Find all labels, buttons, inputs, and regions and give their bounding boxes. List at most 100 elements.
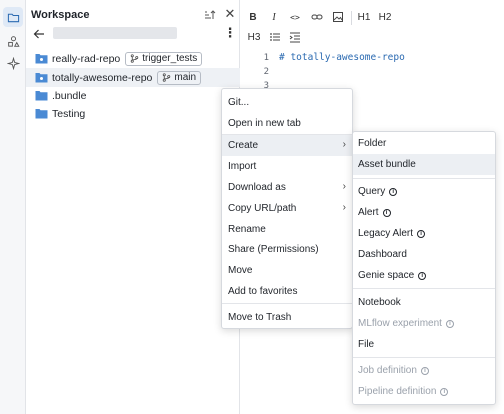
menu-divider xyxy=(353,178,495,179)
tree-item-testing[interactable]: Testing xyxy=(26,104,240,123)
branch-chip[interactable]: main xyxy=(157,70,202,85)
submenu-item-label: Job definition xyxy=(358,365,417,376)
menu-item-label: Create xyxy=(228,140,259,151)
breadcrumb[interactable] xyxy=(53,27,177,39)
catalog-rail-button[interactable] xyxy=(3,31,23,51)
folder-icon xyxy=(7,13,19,22)
submenu-item-label: Pipeline definition xyxy=(358,386,437,397)
folder-icon xyxy=(35,108,48,119)
submenu-item-notebook[interactable]: Notebook xyxy=(353,292,495,313)
submenu-item-genie-space[interactable]: Genie space i xyxy=(353,265,495,286)
submenu-item-alert[interactable]: Alert i xyxy=(353,202,495,223)
submenu-item-query[interactable]: Query i xyxy=(353,181,495,202)
info-icon[interactable]: i xyxy=(382,208,391,217)
submenu-item-label: Alert xyxy=(358,207,379,218)
menu-item-import[interactable]: Import xyxy=(222,156,352,177)
chevron-right-icon: › xyxy=(342,202,346,213)
repo-icon xyxy=(35,72,48,83)
branch-name: trigger_tests xyxy=(142,53,198,64)
italic-button[interactable]: I xyxy=(269,11,279,25)
tree-item-label: really-rad-repo xyxy=(52,52,121,65)
sort-icon[interactable] xyxy=(203,8,217,22)
branch-name: main xyxy=(174,72,197,83)
submenu-item-label: MLflow experiment xyxy=(358,318,442,329)
indent-icon xyxy=(289,32,300,43)
menu-divider xyxy=(222,303,352,304)
line-number: 1 xyxy=(263,53,269,63)
h2-button[interactable]: H2 xyxy=(378,11,392,25)
app-window: Workspace ✕ ⋮ really-rad-repo trigger_te… xyxy=(0,0,504,414)
line-number: 2 xyxy=(263,67,269,77)
link-button[interactable] xyxy=(310,11,323,25)
submenu-item-dashboard[interactable]: Dashboard xyxy=(353,244,495,265)
submenu-item-legacy-alert[interactable]: Legacy Alert i xyxy=(353,223,495,244)
info-icon[interactable]: i xyxy=(440,387,449,396)
link-icon xyxy=(311,14,322,20)
list-button[interactable] xyxy=(268,31,281,45)
menu-item-move-to-trash[interactable]: Move to Trash xyxy=(222,307,352,328)
back-arrow-icon[interactable] xyxy=(32,27,46,41)
submenu-item-asset-bundle[interactable]: Asset bundle xyxy=(353,154,495,175)
panel-title: Workspace xyxy=(31,9,90,21)
repo-icon xyxy=(35,53,48,64)
code-line[interactable]: # totally-awesome-repo xyxy=(279,52,405,63)
context-menu: Git... Open in new tab Create › Import D… xyxy=(221,88,353,329)
h1-button[interactable]: H1 xyxy=(357,11,371,25)
sparkle-icon xyxy=(6,56,20,70)
kebab-menu-icon[interactable]: ⋮ xyxy=(223,26,237,40)
info-icon[interactable]: i xyxy=(417,229,426,238)
chevron-right-icon: › xyxy=(342,139,346,150)
menu-item-copy-url-path[interactable]: Copy URL/path › xyxy=(222,198,352,219)
submenu-item-label: Query xyxy=(358,186,386,197)
tree-item-label: Testing xyxy=(52,107,86,120)
menu-item-open-in-new-tab[interactable]: Open in new tab xyxy=(222,113,352,134)
branch-chip[interactable]: trigger_tests xyxy=(125,51,203,66)
info-icon[interactable]: i xyxy=(445,319,454,328)
bulleted-list-icon xyxy=(269,33,280,41)
image-button[interactable] xyxy=(331,11,344,25)
close-icon[interactable]: ✕ xyxy=(223,7,237,21)
menu-item-label: Copy URL/path xyxy=(228,203,297,214)
menu-divider xyxy=(353,288,495,289)
submenu-item-folder[interactable]: Folder xyxy=(353,133,495,154)
menu-item-rename[interactable]: Rename xyxy=(222,219,352,240)
bold-button[interactable]: B xyxy=(248,11,258,25)
git-branch-icon xyxy=(163,73,171,82)
tree-item-totally-awesome-repo[interactable]: totally-awesome-repo main xyxy=(26,68,240,87)
submenu-item-job-definition[interactable]: Job definition i xyxy=(353,360,495,381)
code-button[interactable]: <> xyxy=(288,11,302,25)
info-icon[interactable]: i xyxy=(418,271,427,280)
chevron-right-icon: › xyxy=(342,181,346,192)
submenu-item-mlflow-experiment[interactable]: MLflow experiment i xyxy=(353,313,495,334)
folder-icon xyxy=(35,90,48,101)
submenu-item-pipeline-definition[interactable]: Pipeline definition i xyxy=(353,381,495,402)
menu-item-add-to-favorites[interactable]: Add to favorites xyxy=(222,281,352,302)
assistant-rail-button[interactable] xyxy=(3,53,23,73)
shapes-icon xyxy=(7,35,20,47)
menu-item-label: Download as xyxy=(228,182,286,193)
menu-divider xyxy=(353,357,495,358)
menu-item-git[interactable]: Git... xyxy=(222,92,352,113)
menu-item-share[interactable]: Share (Permissions) xyxy=(222,239,352,260)
submenu-item-label: Genie space xyxy=(358,270,415,281)
workspace-rail-button[interactable] xyxy=(3,7,23,27)
info-icon[interactable]: i xyxy=(420,366,429,375)
h3-button[interactable]: H3 xyxy=(247,31,261,45)
tree-item-label: .bundle xyxy=(52,89,87,102)
toolbar-divider xyxy=(351,11,352,25)
menu-item-create[interactable]: Create › xyxy=(222,135,352,156)
submenu-item-file[interactable]: File xyxy=(353,334,495,355)
info-icon[interactable]: i xyxy=(389,187,398,196)
image-icon xyxy=(332,12,343,22)
workspace-panel: Workspace ✕ ⋮ really-rad-repo trigger_te… xyxy=(26,0,240,414)
menu-item-move[interactable]: Move xyxy=(222,260,352,281)
submenu-item-label: Legacy Alert xyxy=(358,228,414,239)
left-rail xyxy=(0,0,26,414)
tree-item-really-rad-repo[interactable]: really-rad-repo trigger_tests xyxy=(26,49,240,68)
tree-item-bundle[interactable]: .bundle xyxy=(26,86,240,105)
indent-button[interactable] xyxy=(288,31,301,45)
create-submenu: Folder Asset bundle Query i Alert i Lega… xyxy=(352,131,496,405)
git-branch-icon xyxy=(131,54,139,63)
menu-item-download-as[interactable]: Download as › xyxy=(222,177,352,198)
tree-item-label: totally-awesome-repo xyxy=(52,71,153,84)
